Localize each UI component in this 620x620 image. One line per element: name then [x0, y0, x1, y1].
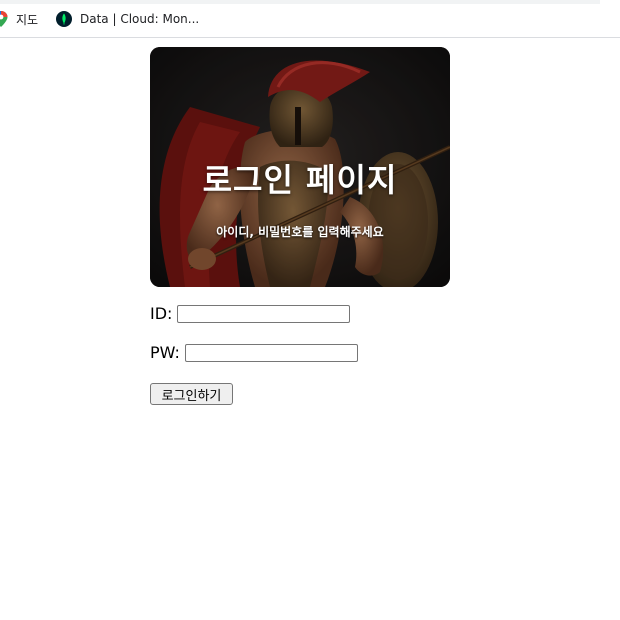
google-maps-icon: [0, 11, 8, 27]
page-title: 로그인 페이지: [202, 161, 398, 199]
bookmark-mongodb-data[interactable]: Data | Cloud: Mon...: [56, 9, 199, 29]
bookmark-label: 지도: [16, 12, 39, 27]
tab-strip-edge: [0, 0, 600, 4]
page-subtitle: 아이디, 비밀번호를 입력해주세요: [216, 225, 384, 239]
pw-label: PW:: [150, 343, 180, 362]
bookmark-maps[interactable]: 지도: [0, 9, 38, 29]
bookmarks-bar: 지도 Data | Cloud: Mon...: [0, 0, 620, 38]
id-input[interactable]: [177, 304, 351, 323]
pw-row: PW:: [150, 343, 358, 362]
bookmark-label: Data | Cloud: Mon...: [80, 12, 200, 26]
login-button[interactable]: 로그인하기: [150, 383, 233, 405]
hero-banner: 로그인 페이지 아이디, 비밀번호를 입력해주세요: [150, 47, 450, 287]
id-row: ID:: [150, 304, 351, 323]
id-label: ID:: [150, 304, 173, 323]
pw-input[interactable]: [184, 343, 358, 362]
mongodb-leaf-icon: [56, 11, 72, 27]
